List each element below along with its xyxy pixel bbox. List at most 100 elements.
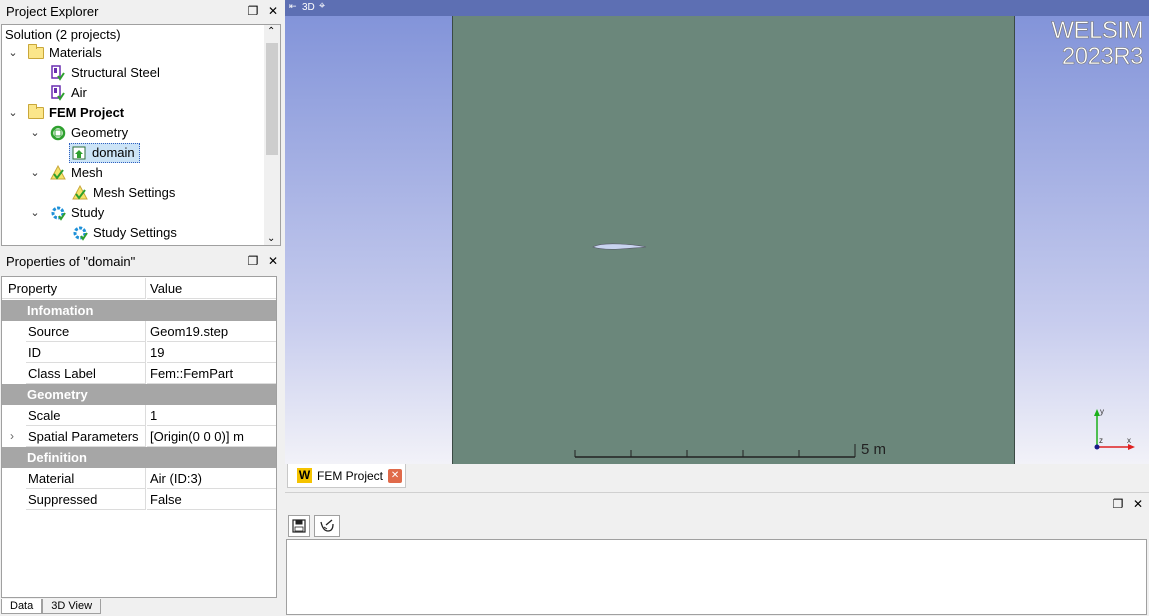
tree-item-label: Geometry	[71, 125, 129, 140]
tree-item-mesh[interactable]: ⌄ Mesh	[29, 163, 103, 183]
close-pane-icon[interactable]: ✕	[266, 254, 280, 268]
domain-body[interactable]	[452, 16, 1015, 464]
clear-output-button[interactable]	[314, 515, 340, 537]
tree-item-label: domain	[92, 145, 135, 160]
viewport-3d[interactable]: ⇤ 3D ⌖ WELSIM 2023R3 5 m y x z	[285, 0, 1149, 464]
property-row[interactable]: Source Geom19.step	[2, 321, 276, 342]
tree-item-study[interactable]: ⌄ Study	[29, 203, 104, 223]
geometry-icon	[49, 124, 67, 142]
axis-x-label: x	[1127, 436, 1131, 445]
property-name: Suppressed	[26, 489, 146, 510]
axis-y-label: y	[1100, 407, 1104, 416]
group-information[interactable]: Infomation	[2, 300, 276, 321]
property-row[interactable]: Suppressed False	[2, 489, 276, 510]
project-explorer-header: Project Explorer ❐ ✕	[0, 2, 284, 22]
chevron-down-icon[interactable]: ⌄	[7, 107, 19, 119]
crosshair-icon[interactable]: ⌖	[319, 0, 325, 13]
float-pane-icon[interactable]: ❐	[246, 254, 260, 268]
tree-item-label: Mesh	[71, 165, 103, 180]
close-pane-icon[interactable]: ✕	[266, 4, 280, 18]
property-name: Scale	[26, 405, 146, 426]
property-row[interactable]: ID 19	[2, 342, 276, 363]
property-row[interactable]: Material Air (ID:3)	[2, 468, 276, 489]
property-header-row: Property Value	[2, 278, 276, 299]
column-property[interactable]: Property	[2, 278, 146, 299]
material-icon	[49, 64, 67, 82]
tab-data[interactable]: Data	[1, 599, 43, 614]
tree-item-geometry[interactable]: ⌄ Geometry	[29, 123, 128, 143]
tree-item-study-settings[interactable]: Study Settings	[71, 223, 177, 243]
tree-item-label: Study Settings	[93, 225, 177, 240]
mesh-icon	[49, 164, 67, 182]
property-value[interactable]: Air (ID:3)	[147, 468, 276, 489]
properties-header: Properties of "domain" ❐ ✕	[0, 252, 284, 272]
property-name: Source	[26, 321, 146, 342]
property-name: Spatial Parameters	[26, 426, 146, 447]
tree-item-solution[interactable]: Solution (2 projects)	[5, 25, 121, 45]
close-pane-icon[interactable]: ✕	[1131, 497, 1145, 511]
chevron-down-icon[interactable]: ⌄	[29, 167, 41, 179]
property-value[interactable]: 19	[147, 342, 276, 363]
welsim-logo-icon: W	[297, 468, 312, 483]
mesh-settings-icon	[71, 184, 89, 202]
pin-icon[interactable]: ⇤	[289, 1, 297, 12]
tab-label: FEM Project	[317, 468, 384, 483]
left-panel-tabs: Data 3D View	[1, 599, 102, 616]
float-pane-icon[interactable]: ❐	[246, 4, 260, 18]
gear-icon	[71, 224, 89, 242]
folder-icon	[27, 44, 45, 62]
tree-item-fem-project[interactable]: ⌄ FEM Project	[7, 103, 124, 123]
tree-item-materials[interactable]: ⌄ Materials	[7, 43, 102, 63]
scroll-up-icon[interactable]: ⌃	[267, 26, 275, 37]
output-pane-header: ❐ ✕	[285, 492, 1149, 514]
tree-scrollbar[interactable]: ⌃ ⌄	[264, 25, 280, 245]
folder-icon	[27, 104, 45, 122]
property-value[interactable]: Fem::FemPart	[147, 363, 276, 384]
axis-triad	[1094, 409, 1135, 450]
group-definition[interactable]: Definition	[2, 447, 276, 468]
airfoil-shape[interactable]	[590, 240, 650, 254]
property-value[interactable]: 1	[147, 405, 276, 426]
column-value[interactable]: Value	[147, 278, 276, 299]
tree-item-label: Solution (2 projects)	[5, 27, 121, 42]
properties-title: Properties of "domain"	[6, 254, 136, 269]
watermark-line: WELSIM	[1051, 17, 1144, 44]
tree-item-mesh-settings[interactable]: Mesh Settings	[71, 183, 175, 203]
chevron-down-icon[interactable]: ⌄	[29, 207, 41, 219]
group-geometry[interactable]: Geometry	[2, 384, 276, 405]
project-tree: Solution (2 projects) ⌄ Materials Struct…	[1, 24, 281, 246]
property-row[interactable]: Class Label Fem::FemPart	[2, 363, 276, 384]
property-value[interactable]: Geom19.step	[147, 321, 276, 342]
material-icon	[49, 84, 67, 102]
float-pane-icon[interactable]: ❐	[1111, 497, 1125, 511]
chevron-down-icon[interactable]: ⌄	[29, 127, 41, 139]
property-name: Material	[26, 468, 146, 489]
output-pane: ❐ ✕	[285, 492, 1149, 616]
property-row[interactable]: Scale 1	[2, 405, 276, 426]
property-name: ID	[26, 342, 146, 363]
broom-icon	[320, 519, 334, 532]
output-console[interactable]	[286, 539, 1147, 615]
tree-item-label: Air	[71, 85, 87, 100]
property-value[interactable]: False	[147, 489, 276, 510]
scroll-thumb[interactable]	[266, 43, 278, 155]
part-icon	[70, 144, 88, 162]
axis-z-label: z	[1099, 436, 1103, 445]
property-row[interactable]: › Spatial Parameters [Origin(0 0 0)] m	[2, 426, 276, 447]
scale-label: 5 m	[861, 441, 887, 458]
tab-3d-view[interactable]: 3D View	[42, 599, 102, 614]
tree-item-label: Study	[71, 205, 105, 220]
tree-item-air[interactable]: Air	[49, 83, 87, 103]
save-output-button[interactable]	[288, 515, 310, 537]
close-tab-icon[interactable]: ✕	[388, 468, 403, 483]
view-tag[interactable]: 3D	[302, 1, 315, 15]
chevron-right-icon[interactable]: ›	[10, 426, 14, 447]
tree-item-structural-steel[interactable]: Structural Steel	[49, 63, 160, 83]
scale-bar	[574, 444, 856, 458]
chevron-down-icon[interactable]: ⌄	[7, 47, 19, 59]
property-value[interactable]: [Origin(0 0 0)] m	[147, 426, 276, 447]
tree-item-label: FEM Project	[49, 105, 125, 120]
tab-fem-project[interactable]: W FEM Project ✕	[287, 464, 406, 488]
tree-item-domain[interactable]: domain	[69, 143, 140, 163]
scroll-down-icon[interactable]: ⌄	[267, 233, 275, 244]
